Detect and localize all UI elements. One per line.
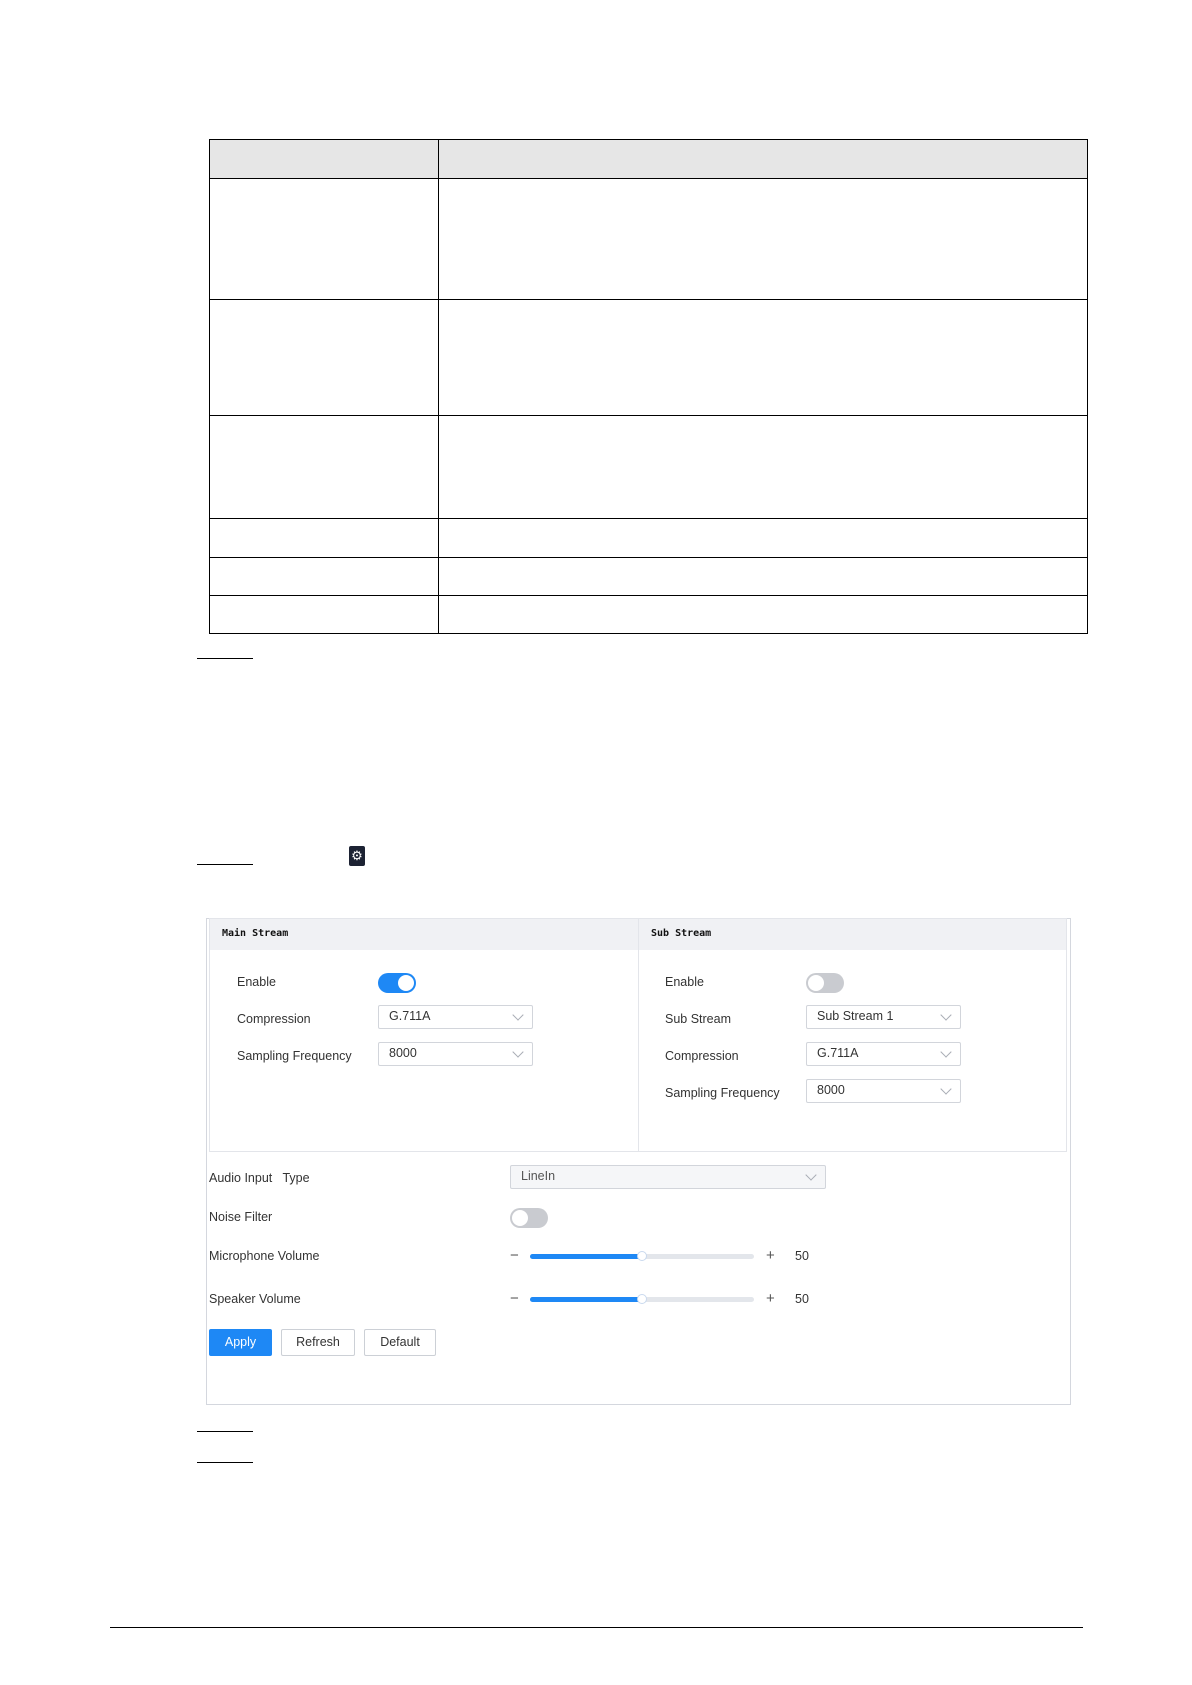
slider-handle[interactable] — [637, 1294, 647, 1304]
table-row — [209, 178, 1088, 300]
slider-fill — [530, 1254, 642, 1259]
audio-input-type-label: Audio Input Type — [209, 1171, 310, 1185]
page-footer-rule — [110, 1627, 1083, 1628]
step-marker — [197, 1462, 253, 1463]
table-row — [209, 299, 1088, 416]
noise-filter-label: Noise Filter — [209, 1210, 273, 1224]
main-enable-toggle[interactable] — [378, 973, 416, 993]
table-row — [209, 415, 1088, 519]
sub-stream-section: Sub Stream — [638, 918, 1067, 1152]
main-stream-section: Main Stream — [209, 918, 640, 1152]
step-marker — [197, 864, 253, 865]
main-compression-label: Compression — [237, 1012, 311, 1026]
chevron-down-icon — [940, 1009, 952, 1021]
main-compression-select[interactable]: G.711A — [378, 1005, 533, 1029]
apply-button[interactable]: Apply — [209, 1329, 272, 1356]
chevron-down-icon — [512, 1046, 524, 1058]
speaker-volume-value: 50 — [795, 1292, 809, 1306]
microphone-volume-slider[interactable] — [530, 1251, 754, 1261]
minus-icon[interactable]: − — [510, 1291, 519, 1306]
main-stream-title: Main Stream — [222, 928, 289, 939]
refresh-button[interactable]: Refresh — [281, 1329, 355, 1356]
sub-stream-select[interactable]: Sub Stream 1 — [806, 1005, 961, 1029]
chevron-down-icon — [805, 1169, 817, 1181]
chevron-down-icon — [512, 1009, 524, 1021]
audio-input-type-select[interactable]: LineIn — [510, 1165, 826, 1189]
table-row — [209, 557, 1088, 596]
sub-compression-select[interactable]: G.711A — [806, 1042, 961, 1066]
table-row — [209, 518, 1088, 558]
main-sampling-label: Sampling Frequency — [237, 1049, 352, 1063]
default-button[interactable]: Default — [364, 1329, 436, 1356]
gear-icon[interactable]: ⚙ — [349, 846, 365, 866]
plus-icon[interactable]: + — [766, 1248, 775, 1263]
chevron-down-icon — [940, 1046, 952, 1058]
main-stream-header: Main Stream — [210, 919, 639, 950]
step-marker — [197, 1431, 253, 1432]
slider-handle[interactable] — [637, 1251, 647, 1261]
sub-enable-toggle[interactable] — [806, 973, 844, 993]
sub-enable-label: Enable — [665, 975, 704, 989]
speaker-volume-slider[interactable] — [530, 1294, 754, 1304]
minus-icon[interactable]: − — [510, 1248, 519, 1263]
step-marker — [197, 658, 253, 659]
microphone-volume-value: 50 — [795, 1249, 809, 1263]
table-header-row — [209, 139, 1088, 179]
microphone-volume-label: Microphone Volume — [209, 1249, 320, 1263]
parameter-table — [209, 139, 1088, 634]
slider-fill — [530, 1297, 642, 1302]
sub-sampling-select[interactable]: 8000 — [806, 1079, 961, 1103]
main-enable-label: Enable — [237, 975, 276, 989]
sub-sampling-label: Sampling Frequency — [665, 1086, 780, 1100]
noise-filter-toggle[interactable] — [510, 1208, 548, 1228]
sub-stream-title: Sub Stream — [651, 928, 712, 939]
main-sampling-select[interactable]: 8000 — [378, 1042, 533, 1066]
chevron-down-icon — [940, 1083, 952, 1095]
sub-stream-header: Sub Stream — [639, 919, 1066, 950]
table-row — [209, 595, 1088, 634]
plus-icon[interactable]: + — [766, 1291, 775, 1306]
sub-stream-label: Sub Stream — [665, 1012, 732, 1026]
speaker-volume-label: Speaker Volume — [209, 1292, 301, 1306]
sub-compression-label: Compression — [665, 1049, 739, 1063]
